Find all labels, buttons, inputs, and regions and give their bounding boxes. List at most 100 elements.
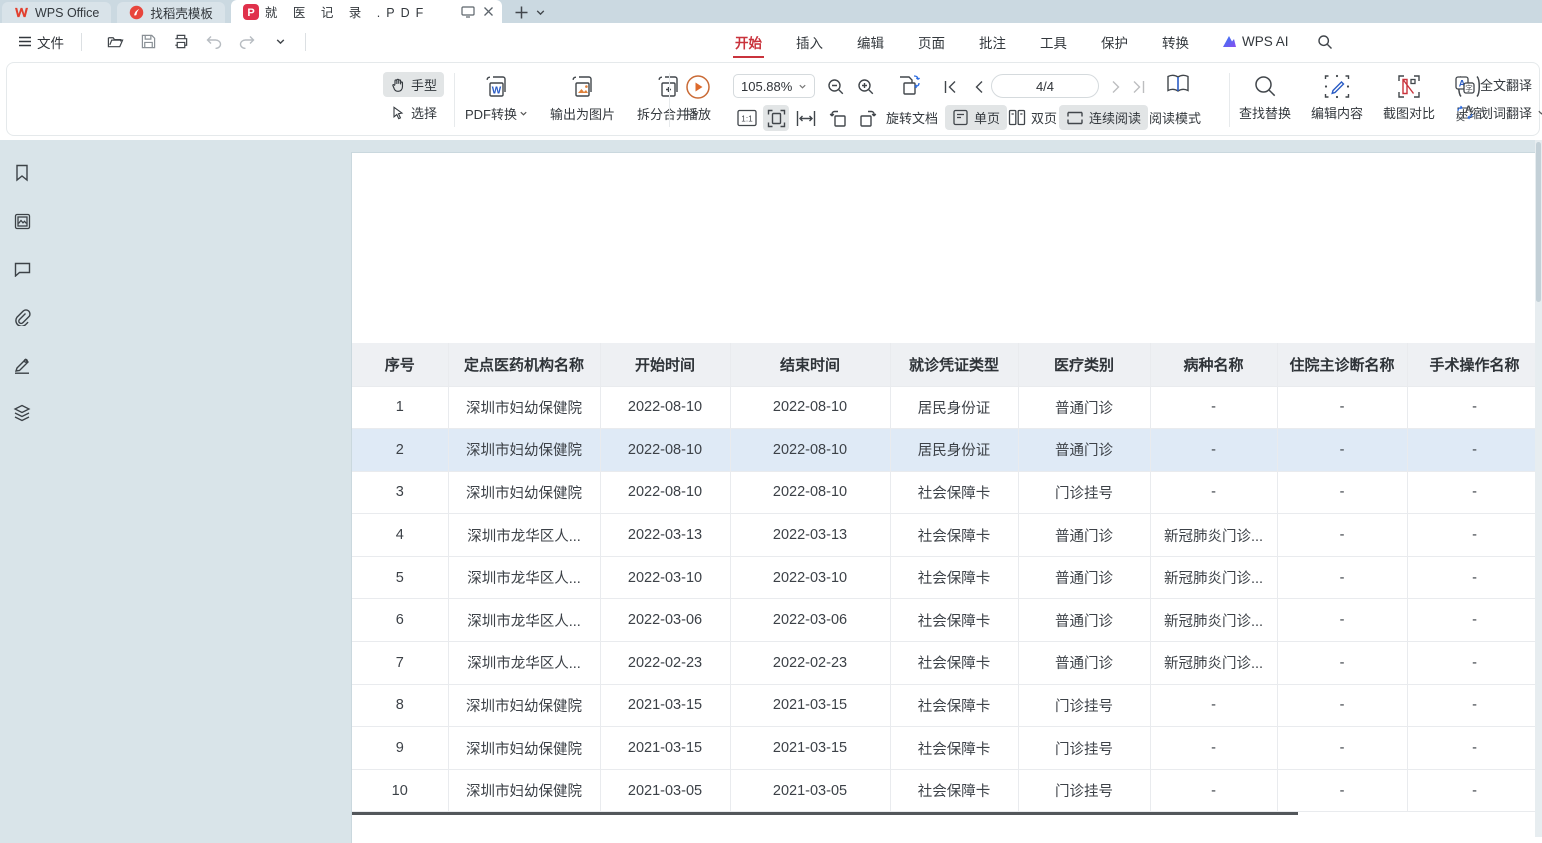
- single-page-button[interactable]: 单页: [945, 105, 1007, 130]
- table-cell: 新冠肺炎门诊...: [1150, 599, 1277, 642]
- table-row[interactable]: 2深圳市妇幼保健院2022-08-102022-08-10居民身份证普通门诊--…: [352, 429, 1542, 472]
- zoom-out-button[interactable]: [823, 74, 849, 100]
- table-row[interactable]: 10深圳市妇幼保健院2021-03-052021-03-05社会保障卡门诊挂号-…: [352, 769, 1542, 812]
- menu-tab-home[interactable]: 开始: [733, 23, 764, 61]
- docer-logo-icon: [129, 5, 144, 20]
- play-button[interactable]: 播放: [685, 74, 711, 123]
- divider: [454, 73, 455, 127]
- last-page-button[interactable]: [1125, 74, 1151, 100]
- svg-text:W: W: [491, 86, 501, 97]
- layers-icon[interactable]: [9, 400, 35, 426]
- table-cell: 2022-03-10: [600, 556, 730, 599]
- read-mode-label[interactable]: 阅读模式: [1149, 108, 1201, 127]
- left-sidebar: [0, 140, 44, 837]
- divider: [305, 33, 306, 51]
- zoom-level-combobox[interactable]: 105.88%: [733, 74, 815, 98]
- replace-pages-button[interactable]: [893, 72, 925, 98]
- open-file-icon[interactable]: [103, 30, 127, 54]
- scrollbar-thumb[interactable]: [1536, 142, 1541, 302]
- save-icon[interactable]: [136, 30, 160, 54]
- bookmark-icon[interactable]: [9, 160, 35, 186]
- menu-tab-convert[interactable]: 转换: [1160, 23, 1191, 61]
- table-cell: 深圳市龙华区人...: [448, 514, 600, 557]
- table-cell: 2021-03-15: [730, 684, 890, 727]
- comment-icon[interactable]: [9, 256, 35, 282]
- word-translate-button[interactable]: A文 划词翻译: [1455, 103, 1542, 122]
- actual-size-button[interactable]: 1:1: [734, 105, 760, 131]
- edit-content-button[interactable]: 编辑内容: [1311, 74, 1363, 122]
- rotate-right-button[interactable]: [855, 105, 881, 131]
- read-mode-icon-button[interactable]: [1163, 71, 1193, 97]
- fit-page-button[interactable]: [763, 105, 789, 131]
- table-cell: -: [1277, 471, 1407, 514]
- pdf-convert-button[interactable]: W PDF转换: [465, 74, 528, 123]
- table-row[interactable]: 1深圳市妇幼保健院2022-08-102022-08-10居民身份证普通门诊--…: [352, 386, 1542, 429]
- table-row[interactable]: 8深圳市妇幼保健院2021-03-152021-03-15社会保障卡门诊挂号--…: [352, 684, 1542, 727]
- table-row[interactable]: 4深圳市龙华区人...2022-03-132022-03-13社会保障卡普通门诊…: [352, 514, 1542, 557]
- hand-tool-button[interactable]: 手型: [383, 72, 444, 97]
- rotate-left-button[interactable]: [825, 105, 851, 131]
- tab-list-chevron-icon[interactable]: [535, 7, 546, 18]
- continuous-read-icon: [1066, 110, 1084, 126]
- new-tab-icon[interactable]: [514, 5, 529, 20]
- first-page-button[interactable]: [937, 74, 963, 100]
- table-cell: 2021-03-15: [600, 727, 730, 770]
- table-row[interactable]: 9深圳市妇幼保健院2021-03-152021-03-15社会保障卡门诊挂号--…: [352, 727, 1542, 770]
- export-image-button[interactable]: 输出为图片: [550, 74, 615, 123]
- menu-search-icon[interactable]: [1313, 30, 1337, 54]
- table-row[interactable]: 7深圳市龙华区人...2022-02-232022-02-23社会保障卡普通门诊…: [352, 642, 1542, 685]
- table-cell: -: [1407, 599, 1542, 642]
- menu-tab-protect[interactable]: 保护: [1099, 23, 1130, 61]
- pdf-page[interactable]: 序号定点医药机构名称开始时间结束时间就诊凭证类型医疗类别病种名称住院主诊断名称手…: [352, 153, 1542, 843]
- table-cell: 新冠肺炎门诊...: [1150, 642, 1277, 685]
- annotate-pen-icon[interactable]: [9, 352, 35, 378]
- rotate-doc-label[interactable]: 旋转文档: [886, 108, 938, 127]
- hamburger-icon: [18, 36, 32, 47]
- redo-icon[interactable]: [235, 30, 259, 54]
- find-replace-button[interactable]: 查找替换: [1239, 74, 1291, 122]
- table-cell: -: [1277, 386, 1407, 429]
- menu-tab-edit[interactable]: 编辑: [855, 23, 886, 61]
- tab-document-active[interactable]: P 就 医 记 录 .PDF: [231, 0, 502, 23]
- thumbnail-icon[interactable]: [9, 208, 35, 234]
- page-number-input[interactable]: [991, 74, 1099, 98]
- select-tool-button[interactable]: 选择: [383, 100, 444, 125]
- table-row[interactable]: 3深圳市妇幼保健院2022-08-102022-08-10社会保障卡门诊挂号--…: [352, 471, 1542, 514]
- table-cell: 2021-03-15: [730, 727, 890, 770]
- table-cell: 2022-08-10: [600, 429, 730, 472]
- menu-tab-insert[interactable]: 插入: [794, 23, 825, 61]
- menu-tab-comment[interactable]: 批注: [977, 23, 1008, 61]
- print-icon[interactable]: [169, 30, 193, 54]
- fit-width-button[interactable]: [793, 105, 819, 131]
- medical-records-table: 序号定点医药机构名称开始时间结束时间就诊凭证类型医疗类别病种名称住院主诊断名称手…: [352, 343, 1542, 812]
- full-translate-button[interactable]: A字 全文翻译: [1455, 75, 1542, 94]
- menu-tab-tools[interactable]: 工具: [1038, 23, 1069, 61]
- continuous-read-button[interactable]: 连续阅读: [1059, 105, 1148, 130]
- table-cell: 2021-03-05: [600, 769, 730, 812]
- table-cell: 2022-03-13: [600, 514, 730, 557]
- attachment-icon[interactable]: [9, 304, 35, 330]
- table-cell: -: [1150, 727, 1277, 770]
- tab-docer[interactable]: 找稻壳模板: [117, 2, 225, 23]
- table-row[interactable]: 5深圳市龙华区人...2022-03-102022-03-10社会保障卡普通门诊…: [352, 556, 1542, 599]
- monitor-icon[interactable]: [461, 6, 475, 18]
- prev-page-button[interactable]: [965, 74, 991, 100]
- table-cell: 4: [352, 514, 448, 557]
- svg-text:文: 文: [1456, 112, 1465, 123]
- tab-wps-office[interactable]: WPS Office: [2, 2, 111, 23]
- table-cell: 普通门诊: [1018, 429, 1150, 472]
- file-menu-button[interactable]: 文件: [12, 28, 70, 56]
- undo-icon[interactable]: [202, 30, 226, 54]
- zoom-in-button[interactable]: [853, 74, 879, 100]
- first-page-icon: [943, 80, 958, 94]
- table-cell: -: [1407, 514, 1542, 557]
- close-tab-icon[interactable]: [483, 6, 494, 17]
- menu-tab-page[interactable]: 页面: [916, 23, 947, 61]
- wps-ai-button[interactable]: WPS AI: [1221, 34, 1289, 49]
- zoom-level-value: 105.88%: [741, 79, 792, 94]
- table-row[interactable]: 6深圳市龙华区人...2022-03-062022-03-06社会保障卡普通门诊…: [352, 599, 1542, 642]
- quick-access-chevron-icon[interactable]: [268, 30, 292, 54]
- screenshot-compare-button[interactable]: 截图对比: [1383, 74, 1435, 122]
- vertical-scrollbar[interactable]: [1535, 140, 1542, 837]
- rotate-right-icon: [858, 109, 878, 128]
